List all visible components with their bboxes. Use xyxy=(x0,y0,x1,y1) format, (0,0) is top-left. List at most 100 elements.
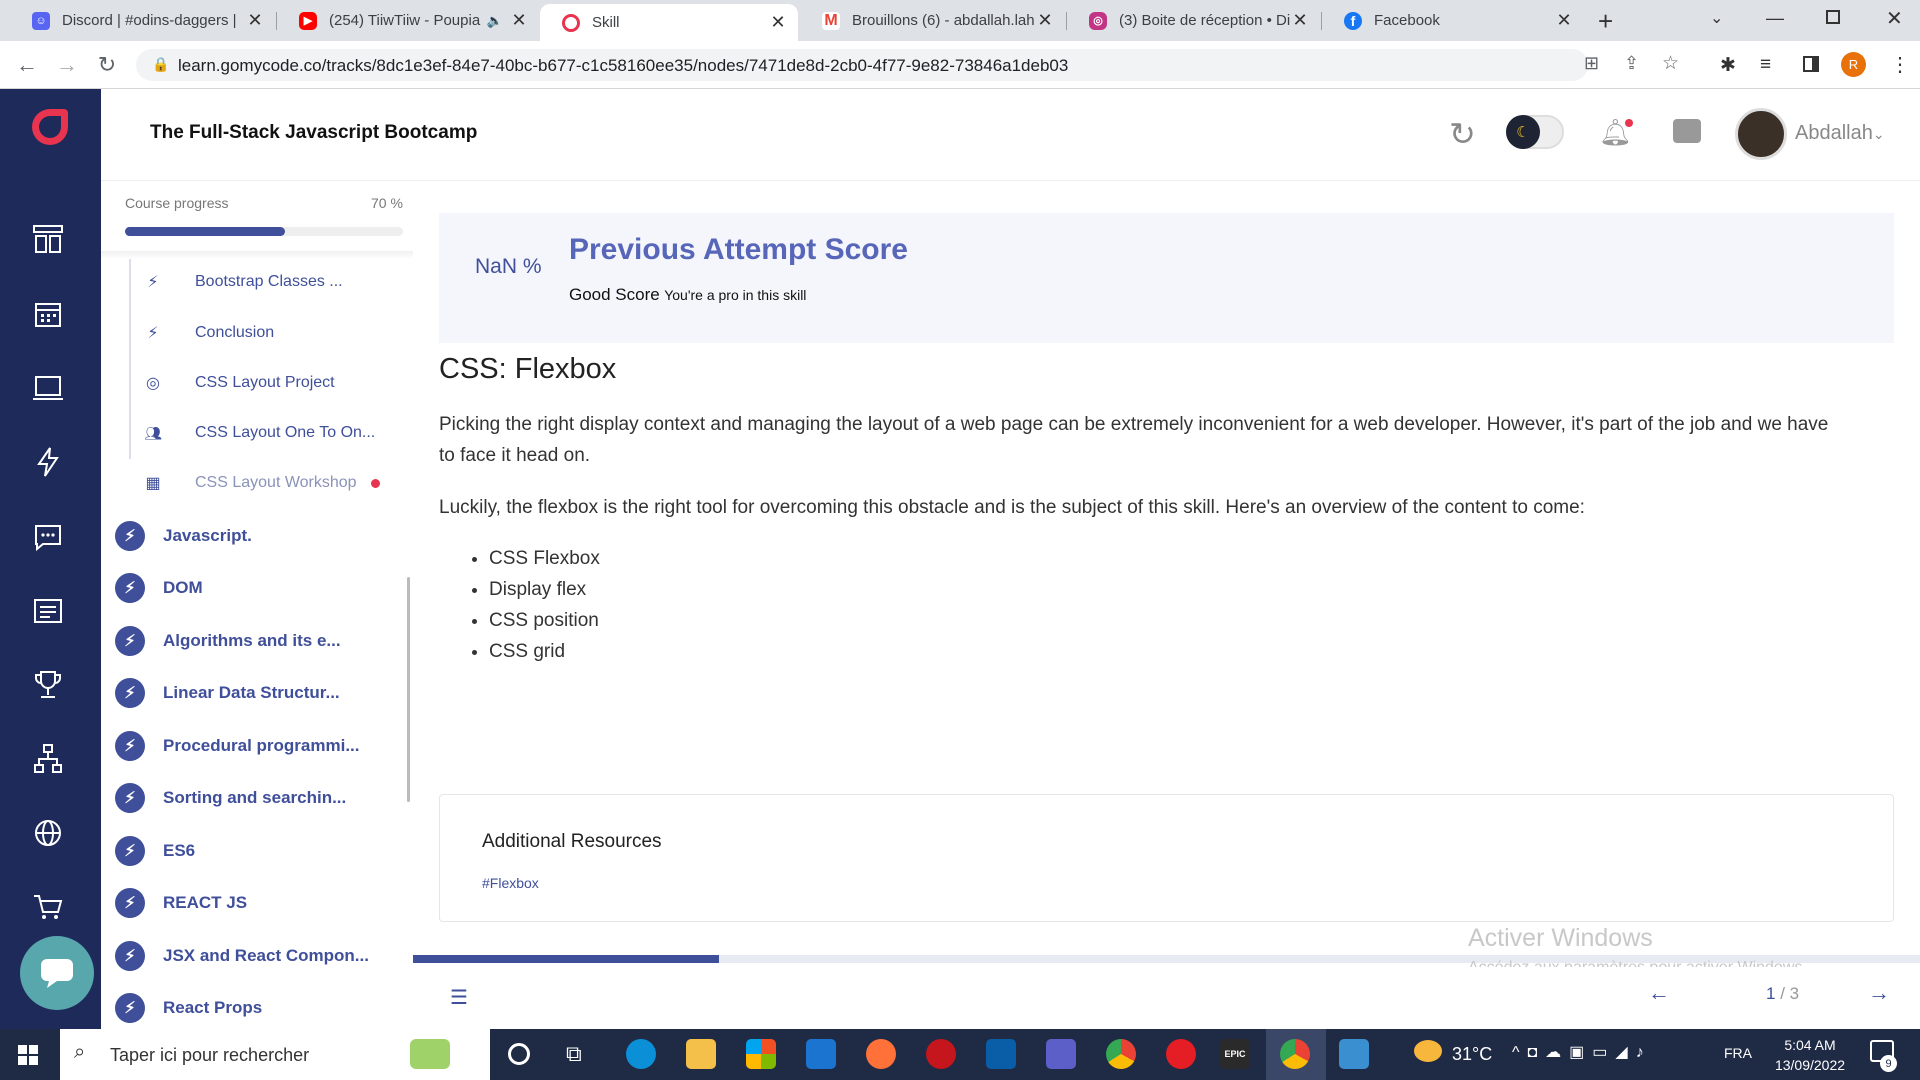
firefox-icon[interactable] xyxy=(866,1039,896,1069)
tab-skill[interactable]: Skill ✕ xyxy=(540,4,798,41)
tab-youtube[interactable]: ▶ (254) TiiwTiiw - Poupia 🔈 ✕ xyxy=(277,0,539,41)
file-explorer-icon[interactable] xyxy=(686,1039,716,1069)
cortana-icon[interactable] xyxy=(508,1043,530,1065)
tab-title: Brouillons (6) - abdallah.lah xyxy=(852,12,1035,29)
close-icon[interactable]: ✕ xyxy=(1035,10,1055,31)
close-icon[interactable]: ✕ xyxy=(245,10,265,31)
bolt-icon: ⚡︎ xyxy=(115,521,145,551)
mail-icon[interactable] xyxy=(806,1039,836,1069)
sidebar-item-bootstrap[interactable]: ⚡︎ Bootstrap Classes ... xyxy=(147,273,342,291)
sidebar-section-dom[interactable]: ⚡︎ DOM xyxy=(115,573,203,603)
omnibox[interactable]: 🔒 learn.gomycode.co/tracks/8dc1e3ef-84e7… xyxy=(136,49,1679,81)
browser-menu-icon[interactable]: ⋮ xyxy=(1890,52,1910,77)
restore-button[interactable] xyxy=(1826,10,1840,24)
tracks-icon[interactable] xyxy=(28,219,68,259)
course-title: The Full-Stack Javascript Bootcamp xyxy=(150,122,478,143)
epic-games-icon[interactable]: EPIC xyxy=(1220,1039,1250,1069)
windows-activation-title: Activer Windows xyxy=(1468,924,1653,952)
store-icon[interactable] xyxy=(746,1039,776,1069)
tab-gmail[interactable]: M Brouillons (6) - abdallah.lah ✕ xyxy=(800,0,1065,41)
lock-icon[interactable]: 🔒 xyxy=(152,56,169,73)
system-tray-icons[interactable]: ^◘☁▣▭◢♪ xyxy=(1512,1042,1652,1062)
sidebar-item-css-layout-workshop[interactable]: ▦ CSS Layout Workshop xyxy=(145,474,380,492)
support-chat-button[interactable] xyxy=(20,936,94,1010)
bolt-icon: ⚡︎ xyxy=(115,888,145,918)
chrome-active-icon[interactable] xyxy=(1280,1039,1310,1069)
app-red-icon[interactable] xyxy=(926,1039,956,1069)
clock[interactable]: 5:04 AM 13/09/2022 xyxy=(1770,1035,1850,1075)
sidebar-section-linear-data[interactable]: ⚡︎ Linear Data Structur... xyxy=(115,678,340,708)
dark-mode-toggle[interactable]: ☾ xyxy=(1506,115,1564,149)
chrome-icon[interactable] xyxy=(1106,1039,1136,1069)
laptop-icon[interactable] xyxy=(28,368,68,408)
weather-icon[interactable] xyxy=(1414,1040,1442,1062)
sidebar-item-css-layout-project[interactable]: ◎ CSS Layout Project xyxy=(146,374,335,392)
bookmark-star-icon[interactable]: ☆ xyxy=(1662,52,1679,75)
sidebar-item-conclusion[interactable]: ⚡︎ Conclusion xyxy=(147,324,274,342)
chat-icon[interactable] xyxy=(28,517,68,557)
globe-icon[interactable] xyxy=(28,813,68,853)
defender-icon[interactable] xyxy=(986,1039,1016,1069)
cart-icon[interactable] xyxy=(28,887,68,927)
resources-title: Additional Resources xyxy=(482,831,662,852)
tab-instagram[interactable]: ◎ (3) Boite de réception • Dire ✕ xyxy=(1067,0,1320,41)
sidebar-section-react-props[interactable]: ⚡︎ React Props xyxy=(115,993,262,1023)
reload-button[interactable]: ↻ xyxy=(92,50,122,80)
tab-facebook[interactable]: f Facebook ✕ xyxy=(1322,0,1584,41)
hierarchy-icon[interactable] xyxy=(28,739,68,779)
trophy-icon[interactable] xyxy=(28,665,68,705)
extensions-icon[interactable]: ✱ xyxy=(1720,54,1736,77)
sidebar-section-jsx[interactable]: ⚡︎ JSX and React Compon... xyxy=(115,941,369,971)
translate-icon[interactable]: ⊞ xyxy=(1584,53,1599,74)
user-avatar[interactable] xyxy=(1735,108,1787,160)
target-icon: ◎ xyxy=(146,375,160,392)
close-icon[interactable]: ✕ xyxy=(1290,10,1310,31)
speaker-icon[interactable]: 🔈 xyxy=(487,13,503,29)
new-tab-button[interactable]: + xyxy=(1598,6,1613,37)
prev-page-icon[interactable]: ← xyxy=(1648,980,1670,1006)
sidebar-section-sorting[interactable]: ⚡︎ Sorting and searchin... xyxy=(115,783,346,813)
panel-scrollbar[interactable] xyxy=(407,577,410,802)
bolt-icon: ⚡︎ xyxy=(115,678,145,708)
media-icon[interactable]: ≡ xyxy=(1760,54,1771,76)
sidebar-section-es6[interactable]: ⚡︎ ES6 xyxy=(115,836,195,866)
windows-start-icon[interactable] xyxy=(18,1045,38,1065)
profile-avatar[interactable]: R xyxy=(1841,52,1866,77)
document-icon[interactable] xyxy=(28,591,68,631)
sidebar-section-react-js[interactable]: ⚡︎ REACT JS xyxy=(115,888,247,918)
back-button[interactable]: ← xyxy=(12,50,42,80)
minimize-button[interactable]: — xyxy=(1766,8,1784,29)
tab-search-chevron-icon[interactable]: ⌄ xyxy=(1710,8,1723,28)
edge-icon[interactable] xyxy=(626,1039,656,1069)
outline-list-icon[interactable]: ☰ xyxy=(439,979,479,1015)
bolt-nav-icon[interactable] xyxy=(28,442,68,482)
task-view-icon[interactable]: ⧉ xyxy=(566,1041,582,1067)
weather-temperature[interactable]: 31°C xyxy=(1452,1044,1492,1065)
tab-discord[interactable]: ☺ Discord | #odins-daggers | ✕ xyxy=(10,0,275,41)
close-window-button[interactable]: ✕ xyxy=(1886,6,1903,31)
gomycode-logo-icon[interactable] xyxy=(32,109,68,145)
language-indicator[interactable]: FRA xyxy=(1724,1045,1752,1061)
sidebar-item-css-layout-one-to-one[interactable]: 👥︎ CSS Layout One To On... xyxy=(144,424,375,442)
sidepanel-icon[interactable] xyxy=(1803,56,1819,72)
teams-icon[interactable] xyxy=(1046,1039,1076,1069)
close-icon[interactable]: ✕ xyxy=(509,10,529,31)
sidebar-section-algorithms[interactable]: ⚡︎ Algorithms and its e... xyxy=(115,626,341,656)
notification-count-badge: 9 xyxy=(1880,1055,1897,1072)
taskbar-search-box[interactable]: ⌕ Taper ici pour rechercher xyxy=(60,1029,490,1080)
refresh-icon[interactable]: ↻ xyxy=(1449,115,1476,153)
photos-icon[interactable] xyxy=(1339,1039,1369,1069)
winrar-icon[interactable] xyxy=(1166,1039,1196,1069)
next-page-icon[interactable]: → xyxy=(1868,980,1890,1006)
close-icon[interactable]: ✕ xyxy=(768,12,788,33)
forward-button[interactable]: → xyxy=(52,50,82,80)
messages-icon[interactable] xyxy=(1673,119,1701,143)
sidebar-section-procedural[interactable]: ⚡︎ Procedural programmi... xyxy=(115,731,360,761)
resource-tag-link[interactable]: #Flexbox xyxy=(482,875,539,891)
sidebar-section-javascript[interactable]: ⚡︎ Javascript. xyxy=(115,521,252,551)
calendar-icon[interactable] xyxy=(28,294,68,334)
user-menu[interactable]: Abdallah⌄ xyxy=(1795,122,1885,145)
url-text[interactable]: learn.gomycode.co/tracks/8dc1e3ef-84e7-4… xyxy=(178,56,1068,76)
share-icon[interactable]: ⇪ xyxy=(1624,53,1639,74)
close-icon[interactable]: ✕ xyxy=(1554,10,1574,31)
